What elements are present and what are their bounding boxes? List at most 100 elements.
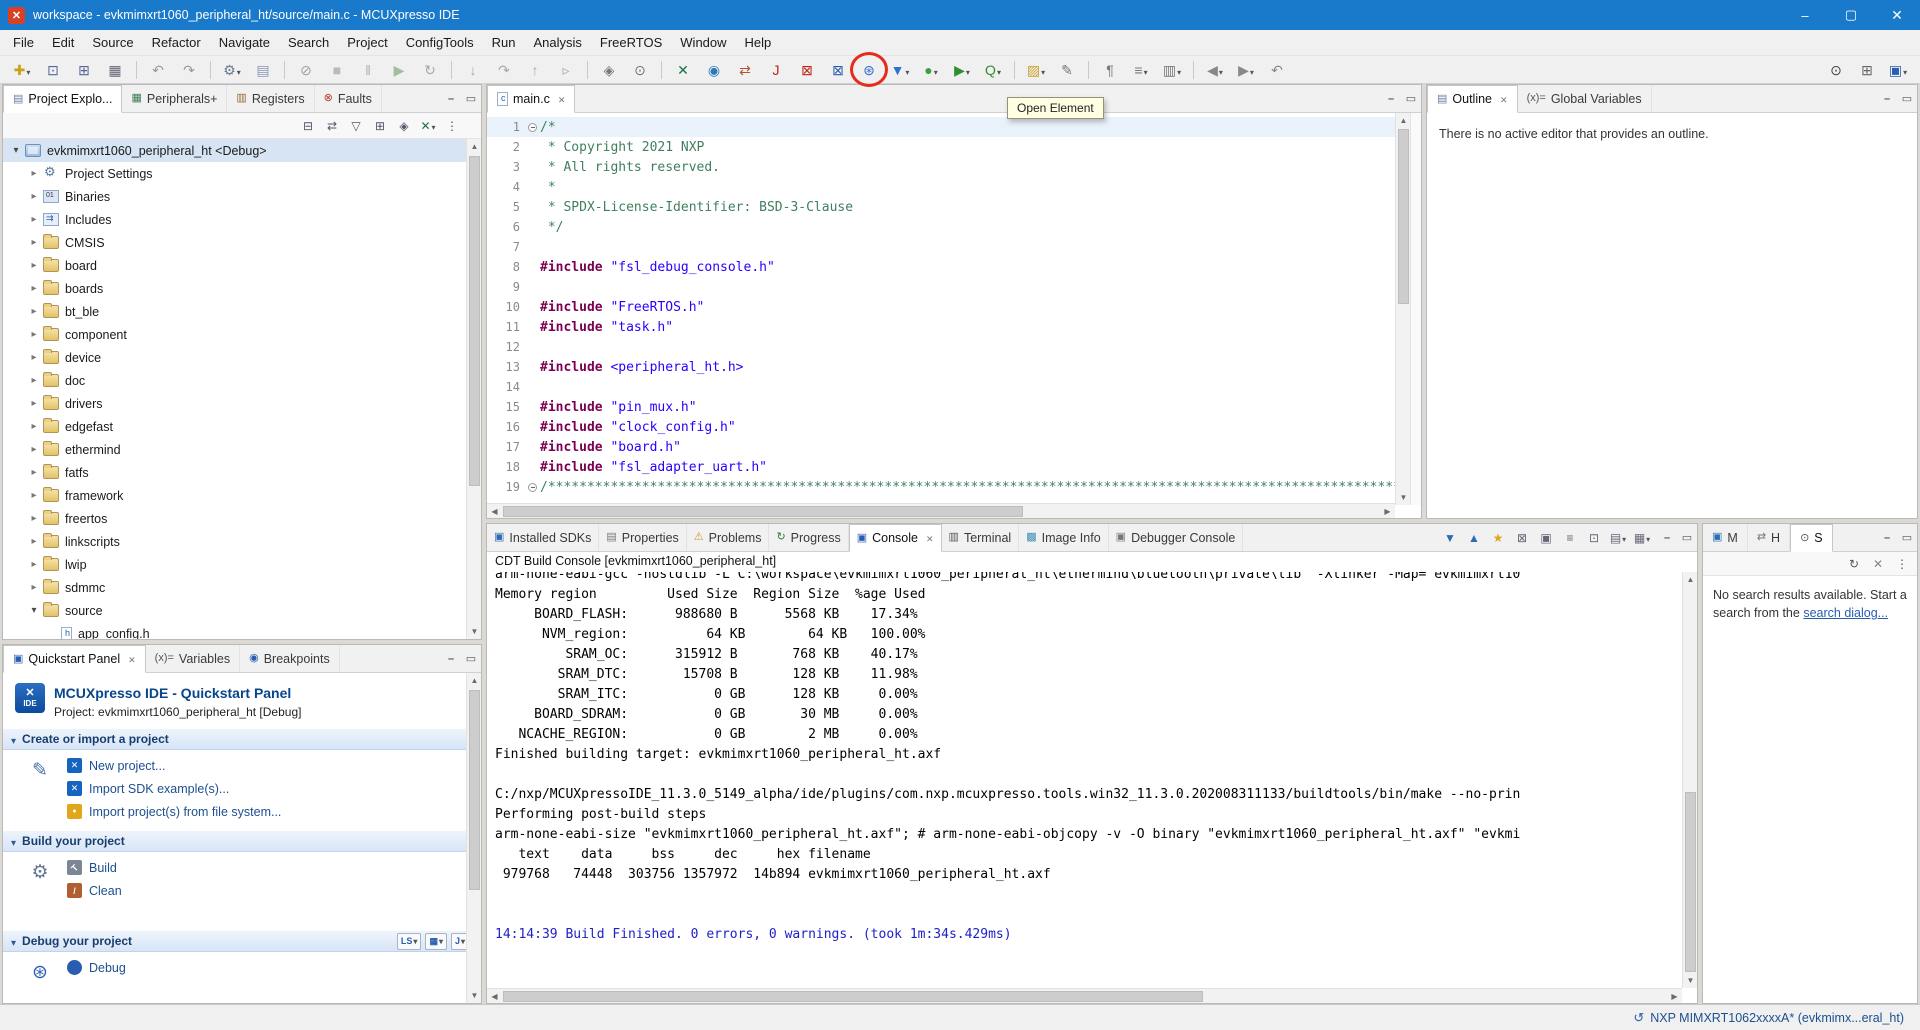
- dropdown-arrow-icon[interactable]: [1249, 62, 1254, 78]
- code-line-13[interactable]: 13#include <peripheral_ht.h>: [487, 357, 1395, 377]
- code-line-11[interactable]: 11#include "task.h": [487, 317, 1395, 337]
- cancel-icon[interactable]: ✕: [1867, 553, 1889, 575]
- maximize-view-icon[interactable]: [1897, 524, 1917, 551]
- mcux-perspective-icon[interactable]: ▣: [1884, 58, 1912, 82]
- step-over-icon[interactable]: ↷: [490, 58, 518, 82]
- scroll-down-icon[interactable]: ▼: [1396, 490, 1411, 505]
- code-editor[interactable]: 1/*2 * Copyright 2021 NXP3 * All rights …: [487, 113, 1421, 505]
- probe-discovery-blue-icon[interactable]: ⊠: [824, 58, 852, 82]
- tree-item-app-config-h[interactable]: app_config.h: [3, 622, 481, 640]
- quickstart-item-import-sdk-example-s[interactable]: Import SDK example(s)...: [67, 781, 281, 796]
- run-history-icon[interactable]: ●: [917, 58, 945, 82]
- tab-variables[interactable]: (x)=Variables: [146, 645, 240, 672]
- fold-collapse-icon[interactable]: [528, 123, 537, 132]
- tab-outline[interactable]: ▤Outline: [1427, 85, 1518, 113]
- tree-item-source[interactable]: source: [3, 599, 481, 622]
- dropdown-arrow-icon[interactable]: [1902, 62, 1907, 78]
- menu-analysis[interactable]: Analysis: [524, 31, 590, 54]
- explorer-vscrollbar[interactable]: ▲ ▼: [466, 139, 481, 639]
- console-hscrollbar[interactable]: ◀ ▶: [487, 988, 1682, 1003]
- instruction-stepping-icon[interactable]: ▹: [552, 58, 580, 82]
- search-dialog-icon[interactable]: ⊙: [626, 58, 654, 82]
- dropdown-arrow-icon[interactable]: [965, 62, 970, 78]
- editor-vscrollbar[interactable]: ▲ ▼: [1395, 113, 1410, 505]
- search-icon[interactable]: ⊙: [1822, 58, 1850, 82]
- tree-item-device[interactable]: device: [3, 346, 481, 369]
- dropdown-arrow-icon[interactable]: [1621, 531, 1626, 545]
- focus-icon[interactable]: ◈: [393, 115, 415, 137]
- dropdown-arrow-icon[interactable]: [904, 62, 909, 78]
- minimize-view-icon[interactable]: [1877, 85, 1897, 112]
- tree-collapsed-arrow-icon[interactable]: [27, 329, 41, 340]
- tree-item-framework[interactable]: framework: [3, 484, 481, 507]
- expand-icon[interactable]: ⊞: [369, 115, 391, 137]
- step-into-icon[interactable]: ↓: [459, 58, 487, 82]
- dropdown-arrow-icon[interactable]: [933, 62, 938, 78]
- menu-run[interactable]: Run: [483, 31, 525, 54]
- redo-icon[interactable]: ↷: [175, 58, 203, 82]
- menu-project[interactable]: Project: [338, 31, 396, 54]
- tree-item-component[interactable]: component: [3, 323, 481, 346]
- word-wrap-icon[interactable]: ≡: [1559, 527, 1581, 549]
- save-icon[interactable]: ⊡: [39, 58, 67, 82]
- tree-item-evkmimxrt1060-peripheral-ht-debug[interactable]: evkmimxrt1060_peripheral_ht <Debug>: [3, 139, 481, 162]
- scrollbar-thumb[interactable]: [1685, 792, 1696, 972]
- tree-item-cmsis[interactable]: CMSIS: [3, 231, 481, 254]
- dropdown-arrow-icon[interactable]: [431, 119, 436, 133]
- clear-console-icon[interactable]: ⊠: [1511, 527, 1533, 549]
- quickstart-vscrollbar[interactable]: ▲ ▼: [466, 673, 481, 1003]
- build-icon[interactable]: ⚙: [218, 58, 246, 82]
- minimize-view-icon[interactable]: [441, 85, 461, 112]
- display-console-icon[interactable]: ▤: [1607, 527, 1629, 549]
- menu-search[interactable]: Search: [279, 31, 338, 54]
- sdk-view-icon[interactable]: ✕: [417, 115, 439, 137]
- scroll-up-icon[interactable]: ▲: [1683, 572, 1698, 587]
- quickstart-item-import-project-s-from-file-system[interactable]: Import project(s) from file system...: [67, 804, 281, 819]
- tree-collapsed-arrow-icon[interactable]: [27, 352, 41, 363]
- menu-file[interactable]: File: [4, 31, 43, 54]
- minimize-view-icon[interactable]: [1657, 524, 1677, 551]
- scrollbar-thumb[interactable]: [503, 991, 1203, 1002]
- terminate-icon[interactable]: ■: [323, 58, 351, 82]
- fold-region[interactable]: [525, 123, 540, 132]
- scroll-right-icon[interactable]: ▶: [1380, 504, 1395, 519]
- tree-collapsed-arrow-icon[interactable]: [27, 444, 41, 455]
- menu-configtools[interactable]: ConfigTools: [397, 31, 483, 54]
- tab-h[interactable]: ⇄H: [1748, 524, 1790, 551]
- code-line-8[interactable]: 8#include "fsl_debug_console.h": [487, 257, 1395, 277]
- dropdown-arrow-icon[interactable]: [1040, 62, 1045, 78]
- maximize-view-icon[interactable]: [461, 645, 481, 672]
- maximize-view-icon[interactable]: [461, 85, 481, 112]
- tree-item-board[interactable]: board: [3, 254, 481, 277]
- show-whitespace-icon[interactable]: ¶: [1096, 58, 1124, 82]
- dropdown-arrow-icon[interactable]: [25, 62, 30, 78]
- section-collapse-icon[interactable]: [11, 834, 16, 849]
- last-edit-location-icon[interactable]: ↶: [1263, 58, 1291, 82]
- code-line-9[interactable]: 9: [487, 277, 1395, 297]
- gui-flash-tool-icon[interactable]: ▼: [886, 58, 914, 82]
- tree-item-linkscripts[interactable]: linkscripts: [3, 530, 481, 553]
- filter-icon[interactable]: ▽: [345, 115, 367, 137]
- target-device-status[interactable]: NXP MIMXRT1062xxxxA* (evkmimx...eral_ht): [1650, 1011, 1904, 1025]
- tab-main-c[interactable]: main.c: [487, 85, 575, 113]
- tree-collapsed-arrow-icon[interactable]: [27, 283, 41, 294]
- minimize-view-icon[interactable]: [441, 645, 461, 672]
- save-all-icon[interactable]: ⊞: [70, 58, 98, 82]
- tree-collapsed-arrow-icon[interactable]: [27, 214, 41, 225]
- code-line-10[interactable]: 10#include "FreeRTOS.h": [487, 297, 1395, 317]
- dropdown-arrow-icon[interactable]: [1218, 62, 1223, 78]
- quickstart-item-debug[interactable]: Debug: [67, 960, 126, 975]
- close-icon[interactable]: [923, 531, 934, 545]
- pin-console-icon[interactable]: ⊡: [1583, 527, 1605, 549]
- tree-item-fatfs[interactable]: fatfs: [3, 461, 481, 484]
- tab-project-explo[interactable]: ▤Project Explo...: [3, 85, 122, 113]
- block-selection-icon[interactable]: ≡: [1127, 58, 1155, 82]
- quickstart-item-clean[interactable]: Clean: [67, 883, 122, 898]
- menu-navigate[interactable]: Navigate: [210, 31, 279, 54]
- close-button[interactable]: ✕: [1874, 0, 1920, 30]
- maximize-view-icon[interactable]: [1401, 85, 1421, 112]
- ide-info-icon[interactable]: ◉: [700, 58, 728, 82]
- close-icon[interactable]: [555, 92, 566, 106]
- dropdown-arrow-icon[interactable]: [460, 936, 465, 946]
- probe-discovery-red-icon[interactable]: ⊠: [793, 58, 821, 82]
